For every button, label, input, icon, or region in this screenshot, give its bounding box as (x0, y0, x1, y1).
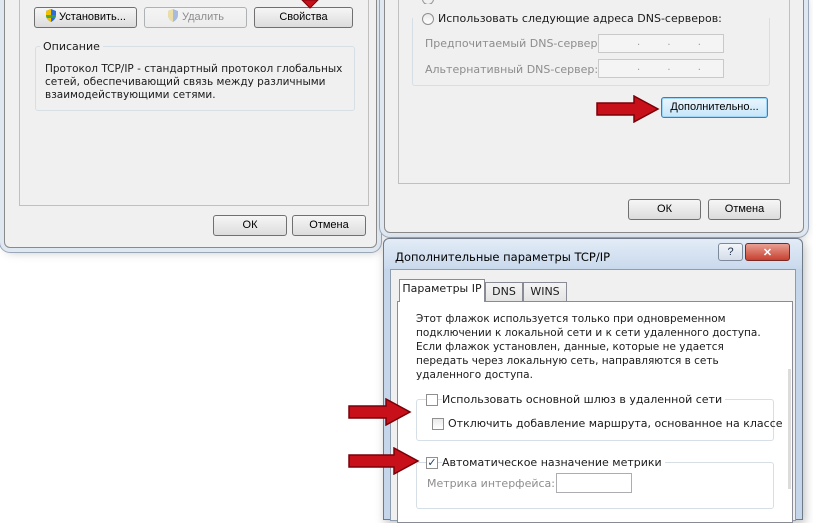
tab-dns-label: DNS (492, 285, 516, 298)
close-button[interactable]: ✕ (745, 243, 790, 261)
advanced-button[interactable]: Дополнительно... (661, 97, 768, 118)
checkmark-icon: ✓ (427, 456, 437, 469)
info-text: Этот флажок используется только при одно… (416, 313, 761, 381)
inner-panel-border (19, 0, 369, 206)
preferred-dns-label: Предпочитаемый DNS-сервер: (425, 37, 602, 50)
right-cancel-label: Отмена (724, 203, 765, 215)
advanced-tcpip-dialog: Дополнительные параметры TCP/IP ? ✕ Пара… (383, 238, 803, 523)
right-ok-label: ОК (657, 203, 672, 215)
help-button[interactable]: ? (718, 243, 743, 261)
alternate-dns-field[interactable]: . . . (598, 59, 724, 78)
right-cancel-button[interactable]: Отмена (708, 199, 781, 220)
use-gateway-label: Использовать основной шлюз в удаленной с… (442, 393, 726, 406)
tab-wins[interactable]: WINS (523, 282, 567, 302)
tab-wins-label: WINS (530, 285, 560, 298)
left-ok-label: ОК (242, 219, 258, 231)
preferred-dns-field[interactable]: . . . (598, 34, 724, 53)
close-icon: ✕ (762, 246, 773, 259)
scrollbar-edge (788, 369, 791, 489)
left-properties-window: Установить... Удалить Свойства Описание … (4, 0, 377, 248)
preferred-dns-value: . . . (637, 37, 713, 48)
arrow-pointer-properties (301, 0, 319, 9)
left-cancel-button[interactable]: Отмена (292, 215, 366, 236)
right-properties-window: Использовать следующие адреса DNS-сервер… (384, 0, 804, 233)
advanced-button-label: Дополнительно... (670, 101, 759, 113)
auto-metric-label: Автоматическое назначение метрики (442, 456, 665, 469)
alternate-dns-value: . . . (637, 62, 713, 73)
left-ok-button[interactable]: ОК (213, 215, 287, 236)
interface-metric-input[interactable] (556, 473, 632, 493)
partial-radio-above (422, 0, 542, 4)
right-ok-button[interactable]: ОК (628, 199, 701, 220)
disable-class-route-checkbox[interactable] (432, 418, 444, 430)
auto-metric-checkbox[interactable]: ✓ (426, 457, 438, 469)
arrow-pointer-auto-metric (348, 447, 420, 475)
arrow-pointer-gateway-group (348, 398, 412, 426)
tab-ip-settings[interactable]: Параметры IP (399, 279, 485, 302)
disable-class-route-label: Отключить добавление маршрута, основанно… (448, 417, 783, 430)
arrow-pointer-advanced (596, 95, 660, 123)
advanced-dialog-title: Дополнительные параметры TCP/IP (395, 250, 611, 264)
interface-metric-label: Метрика интерфейса: (427, 477, 555, 490)
help-icon: ? (727, 246, 734, 258)
use-gateway-checkbox[interactable] (426, 394, 438, 406)
tab-ip-settings-label: Параметры IP (402, 282, 482, 295)
alternate-dns-label: Альтернативный DNS-сервер: (425, 63, 599, 76)
left-cancel-label: Отмена (309, 219, 349, 231)
tab-dns[interactable]: DNS (485, 282, 523, 302)
